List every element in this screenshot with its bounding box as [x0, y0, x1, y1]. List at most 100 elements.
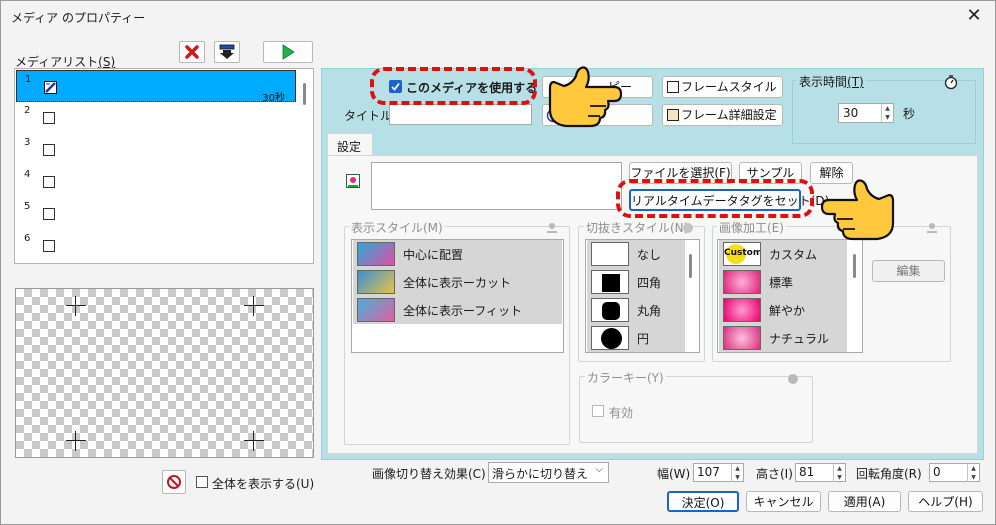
media-list-item-2[interactable]: 2: [16, 102, 296, 134]
play-button[interactable]: [263, 41, 313, 63]
image-processing-item-label: カスタム: [769, 247, 818, 262]
stopwatch-icon[interactable]: [943, 74, 959, 90]
crop-style-list[interactable]: なし 四角 丸角 円: [585, 239, 700, 353]
image-processing-item-label: ナチュラル: [769, 331, 830, 346]
image-processing-item[interactable]: Custom カスタム: [719, 240, 847, 268]
close-icon[interactable]: ✕: [963, 5, 985, 27]
help-button[interactable]: ヘルプ(H): [908, 491, 983, 512]
crop-style-item[interactable]: 丸角: [587, 296, 685, 324]
display-time-label: 表示時間(T): [797, 73, 866, 90]
natural-thumb-icon: [723, 326, 761, 350]
crop-style-item[interactable]: なし: [587, 240, 685, 268]
highlight-ring: [616, 179, 814, 218]
image-processing-item[interactable]: 鮮やか: [719, 296, 847, 324]
show-all-checkbox[interactable]: [196, 476, 208, 488]
crop-list-scrollbar[interactable]: [689, 254, 692, 278]
edit-disabled-icon: [927, 223, 937, 233]
display-style-item[interactable]: 全体に表示ーフィット: [353, 296, 562, 324]
corner-marker: [66, 296, 86, 316]
transition-select[interactable]: 滑らかに切り替え ⌵: [488, 462, 609, 483]
frame-swatch-icon: [667, 81, 679, 93]
rotation-stepper[interactable]: 0 ▲ ▼: [929, 463, 980, 482]
image-processing-label: 画像加工(E): [717, 219, 786, 236]
crop-style-item[interactable]: 四角: [587, 268, 685, 296]
preview-canvas[interactable]: [15, 288, 314, 458]
image-processing-item[interactable]: ナチュラル: [719, 324, 847, 352]
item-checkbox[interactable]: [43, 208, 55, 220]
item-checkbox[interactable]: [43, 144, 55, 156]
display-time-stepper[interactable]: 30 ▲ ▼: [838, 103, 894, 123]
spin-arrows[interactable]: ▲ ▼: [731, 464, 743, 482]
media-list-item-5[interactable]: 5: [16, 198, 296, 230]
edit-button[interactable]: 編集: [872, 260, 945, 282]
title-bar: メディア のプロパティー ✕: [1, 1, 995, 33]
height-label: 高さ(I): [756, 467, 793, 481]
crop-circle-icon: [591, 326, 629, 350]
media-list-item-3[interactable]: 3: [16, 134, 296, 166]
rotation-label: 回転角度(R): [856, 467, 922, 481]
checked-edit-icon[interactable]: [44, 81, 57, 94]
image-processing-item[interactable]: 標準: [719, 268, 847, 296]
row-number: 5: [24, 201, 31, 212]
media-list-scrollbar[interactable]: [303, 83, 306, 105]
width-stepper[interactable]: 107 ▲ ▼: [693, 463, 744, 482]
width-label: 幅(W): [657, 467, 691, 481]
frame-detail-label: フレーム詳細設定: [681, 108, 777, 122]
play-icon: [282, 44, 295, 60]
color-key-checkbox[interactable]: [592, 405, 604, 417]
frame-detail-swatch-icon: [667, 109, 679, 121]
row-number: 2: [24, 105, 31, 116]
color-key-label: カラーキー(Y): [585, 369, 666, 386]
crop-style-item[interactable]: 円: [587, 324, 685, 352]
image-processing-list[interactable]: Custom カスタム 標準 鮮やか ナチュラル: [717, 239, 863, 353]
item-checkbox[interactable]: [43, 112, 55, 124]
no-image-button[interactable]: [162, 470, 186, 494]
spin-arrows[interactable]: ▲ ▼: [881, 104, 893, 122]
frame-detail-button[interactable]: フレーム詳細設定: [662, 104, 783, 126]
crop-style-label: 切抜きスタイル(N): [584, 219, 691, 236]
crop-style-item-label: 円: [637, 331, 650, 346]
item-checkbox[interactable]: [43, 240, 55, 252]
center-thumb-icon: [357, 242, 395, 266]
tab-settings[interactable]: 設定: [327, 133, 373, 156]
height-stepper[interactable]: 81 ▲ ▼: [795, 463, 846, 482]
frame-style-button[interactable]: フレームスタイル: [662, 76, 783, 98]
window-title: メディア のプロパティー: [11, 11, 146, 25]
file-path-box[interactable]: [371, 162, 622, 210]
image-processing-item-label: 鮮やか: [769, 303, 806, 318]
corner-marker: [244, 296, 264, 316]
item-checkbox[interactable]: [43, 176, 55, 188]
processing-list-scrollbar[interactable]: [853, 254, 856, 278]
spin-arrows[interactable]: ▲ ▼: [833, 464, 845, 482]
frame-style-label: フレームスタイル: [681, 80, 777, 94]
media-list-item-6[interactable]: 6: [16, 230, 296, 262]
title-input[interactable]: [389, 104, 532, 125]
crop-rounded-icon: [591, 298, 629, 322]
color-key-disabled-icon: [788, 374, 798, 384]
media-list[interactable]: 1 30秒 2 3 4 5 6: [14, 68, 314, 264]
row-number: 3: [24, 137, 31, 148]
ok-button[interactable]: 決定(O): [667, 491, 739, 512]
crop-square-icon: [591, 270, 629, 294]
display-style-item[interactable]: 中心に配置: [353, 240, 562, 268]
crop-style-item-label: 丸角: [637, 303, 662, 318]
corner-marker: [66, 431, 86, 451]
show-all-label: 全体を表示する(U): [212, 477, 315, 491]
spin-arrows[interactable]: ▲ ▼: [967, 464, 979, 482]
display-style-list[interactable]: 中心に配置 全体に表示ーカット 全体に表示ーフィット: [351, 239, 564, 353]
media-list-label-text: メディアリスト: [15, 55, 99, 69]
properties-dialog: メディア のプロパティー ✕ メディアリスト(S) 1 30秒 2 3 4 5 …: [0, 0, 996, 525]
media-list-item-1[interactable]: 1 30秒: [16, 70, 296, 104]
display-time-unit: 秒: [903, 107, 916, 121]
apply-button[interactable]: 適用(A): [828, 491, 901, 512]
delete-media-button[interactable]: [179, 41, 205, 63]
display-time-label-text: 表示時間: [799, 75, 848, 89]
highlight-ring: [370, 67, 537, 105]
media-list-item-4[interactable]: 4: [16, 166, 296, 198]
chevron-down-icon: ⌵: [595, 464, 603, 475]
cancel-button[interactable]: キャンセル: [746, 491, 821, 512]
prohibit-icon: [167, 475, 181, 489]
display-style-item[interactable]: 全体に表示ーカット: [353, 268, 562, 296]
move-down-button[interactable]: [214, 41, 240, 63]
color-key-checkbox-label: 有効: [609, 406, 634, 420]
